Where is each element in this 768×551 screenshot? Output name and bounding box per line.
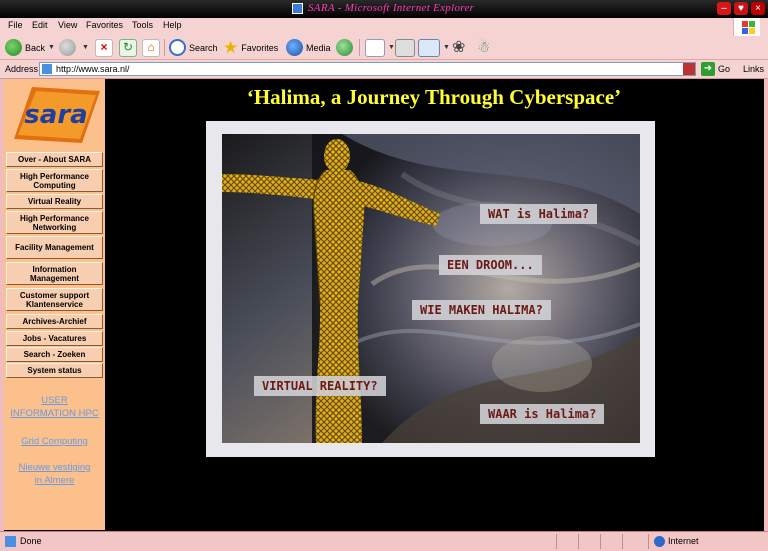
close-icon[interactable]: × bbox=[751, 2, 765, 15]
flower-icon: ❀ bbox=[452, 39, 466, 56]
go-button[interactable]: Go bbox=[718, 64, 730, 74]
menu-bar: File Edit View Favorites Tools Help bbox=[0, 18, 768, 37]
sidebar: sara Over - About SARA High Performance … bbox=[4, 79, 105, 530]
nav-archives[interactable]: Archives-Archief bbox=[6, 314, 103, 329]
messenger-button[interactable]: ☃ bbox=[477, 38, 490, 57]
nav-customer-support[interactable]: Customer support Klantenservice bbox=[6, 288, 103, 311]
minimize-icon[interactable]: – bbox=[717, 2, 731, 15]
window-title: SARA - Microsoft Internet Explorer bbox=[308, 2, 475, 14]
refresh-icon: ↻ bbox=[119, 38, 137, 57]
nav-search[interactable]: Search - Zoeken bbox=[6, 347, 103, 362]
nav-facility-management[interactable]: Facility Management bbox=[6, 236, 103, 259]
nav-system-status[interactable]: System status bbox=[6, 363, 103, 378]
go-arrow-icon[interactable]: ➜ bbox=[701, 62, 715, 76]
page-done-icon bbox=[5, 536, 16, 547]
internet-globe-icon bbox=[654, 536, 665, 547]
discuss-button[interactable]: ❀ bbox=[452, 38, 465, 57]
address-label: Address bbox=[5, 64, 39, 74]
link-grid-computing[interactable]: Grid Computing bbox=[4, 435, 105, 448]
mail-icon bbox=[365, 38, 385, 57]
address-dropdown-icon[interactable] bbox=[683, 63, 695, 75]
menu-edit[interactable]: Edit bbox=[32, 20, 48, 30]
address-input[interactable]: http://www.sara.nl/ bbox=[39, 62, 696, 76]
caption-wat-is-halima[interactable]: WAT is Halima? bbox=[480, 204, 598, 224]
search-label: Search bbox=[189, 42, 218, 53]
page-title: ‘Halima, a Journey Through Cyberspace’ bbox=[246, 85, 622, 109]
link-user-information-hpc[interactable]: USER INFORMATION HPC bbox=[4, 394, 105, 420]
menu-favorites[interactable]: Favorites bbox=[86, 20, 123, 30]
star-icon: ★ bbox=[223, 38, 239, 57]
image-frame: WAT is Halima? EEN DROOM... WIE MAKEN HA… bbox=[206, 121, 655, 457]
edit-page-icon bbox=[418, 38, 440, 57]
status-text: Done bbox=[20, 536, 42, 546]
print-button[interactable] bbox=[395, 38, 415, 57]
maximize-icon[interactable]: ♥ bbox=[734, 2, 748, 15]
back-label: Back bbox=[25, 42, 46, 53]
forward-arrow-icon bbox=[59, 39, 76, 56]
home-icon: ⌂ bbox=[142, 38, 160, 57]
nav-about-sara[interactable]: Over - About SARA bbox=[6, 152, 103, 167]
main-content: ‘Halima, a Journey Through Cyberspace’ W… bbox=[109, 79, 764, 530]
security-zone: Internet bbox=[668, 536, 699, 546]
caption-waar-is-halima[interactable]: WAAR is Halima? bbox=[480, 404, 605, 424]
stop-button[interactable]: × bbox=[95, 38, 113, 57]
chevron-down-icon[interactable]: ▼ bbox=[443, 44, 450, 51]
address-bar: Address http://www.sara.nl/ ➜ Go Links bbox=[0, 60, 768, 79]
favorites-label: Favorites bbox=[241, 42, 279, 53]
chevron-down-icon[interactable]: ▼ bbox=[48, 44, 55, 51]
browser-window: SARA - Microsoft Internet Explorer – ♥ ×… bbox=[0, 0, 768, 551]
nav-high-performance-computing[interactable]: High Performance Computing bbox=[6, 169, 103, 192]
windows-logo-icon bbox=[733, 18, 760, 36]
stop-icon: × bbox=[95, 38, 113, 57]
chevron-down-icon[interactable]: ▼ bbox=[388, 44, 395, 51]
refresh-button[interactable]: ↻ bbox=[119, 38, 137, 57]
favorites-button[interactable]: ★ Favorites bbox=[223, 38, 278, 57]
caption-wie-maken-halima[interactable]: WIE MAKEN HALIMA? bbox=[412, 300, 551, 320]
back-arrow-icon bbox=[5, 39, 22, 56]
window-border-right bbox=[764, 79, 768, 531]
caption-virtual-reality[interactable]: VIRTUAL REALITY? bbox=[254, 376, 386, 396]
page-icon bbox=[42, 64, 52, 74]
toolbar: Back ▼ ▼ × ↻ ⌂ Search ★ Favorites Media bbox=[0, 36, 768, 60]
menu-view[interactable]: View bbox=[58, 20, 77, 30]
search-button[interactable]: Search bbox=[169, 38, 218, 57]
cyberspace-background bbox=[222, 134, 640, 443]
nav-high-performance-networking[interactable]: High Performance Networking bbox=[6, 211, 103, 234]
menu-file[interactable]: File bbox=[8, 20, 23, 30]
sara-logo[interactable]: sara bbox=[12, 85, 100, 145]
media-globe-icon bbox=[286, 39, 303, 56]
address-url: http://www.sara.nl/ bbox=[56, 64, 130, 74]
edit-button[interactable]: ▼ bbox=[418, 38, 450, 57]
link-nieuwe-vestiging[interactable]: Nieuwe vestiging in Almere bbox=[4, 461, 105, 487]
nav-jobs[interactable]: Jobs - Vacatures bbox=[6, 331, 103, 346]
mail-button[interactable]: ▼ bbox=[365, 38, 395, 57]
home-button[interactable]: ⌂ bbox=[142, 38, 160, 57]
status-bar: Done Internet bbox=[0, 531, 768, 551]
logo-text: sara bbox=[24, 100, 87, 130]
menu-tools[interactable]: Tools bbox=[132, 20, 153, 30]
nav-information-management[interactable]: Information Management bbox=[6, 262, 103, 285]
ie-page-icon bbox=[292, 3, 303, 14]
chevron-down-icon[interactable]: ▼ bbox=[82, 44, 89, 51]
history-icon bbox=[336, 39, 353, 56]
forward-button[interactable]: ▼ bbox=[59, 38, 89, 57]
history-button[interactable] bbox=[336, 38, 356, 57]
back-button[interactable]: Back ▼ bbox=[5, 38, 55, 57]
search-icon bbox=[169, 39, 186, 56]
messenger-icon: ☃ bbox=[477, 39, 491, 56]
menu-help[interactable]: Help bbox=[163, 20, 182, 30]
title-bar[interactable]: SARA - Microsoft Internet Explorer – ♥ × bbox=[0, 0, 768, 18]
media-label: Media bbox=[306, 42, 331, 53]
nav-virtual-reality[interactable]: Virtual Reality bbox=[6, 194, 103, 209]
caption-een-droom[interactable]: EEN DROOM... bbox=[439, 255, 542, 275]
links-button[interactable]: Links bbox=[743, 64, 764, 74]
media-button[interactable]: Media bbox=[286, 38, 331, 57]
printer-icon bbox=[395, 38, 415, 57]
halima-artwork: WAT is Halima? EEN DROOM... WIE MAKEN HA… bbox=[222, 134, 640, 443]
